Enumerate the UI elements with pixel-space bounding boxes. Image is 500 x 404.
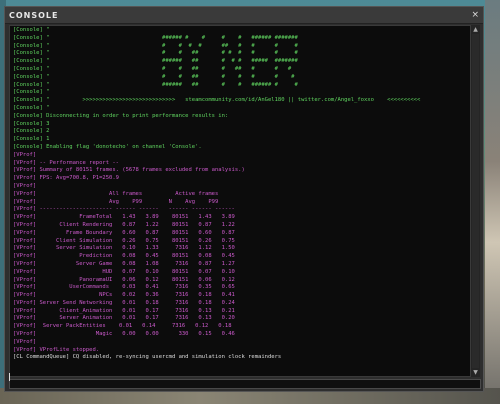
log-line: [VProf] Prediction 0.08 0.45 80151 0.08 … bbox=[13, 253, 235, 260]
log-line: [Console] " # # ## # ## # # # bbox=[13, 65, 292, 72]
log-line: [VProf] bbox=[13, 182, 37, 189]
text-cursor bbox=[9, 373, 10, 381]
log-line: [VProf] Server Send Networking 0.01 0.18… bbox=[13, 299, 235, 306]
log-line: [Console] 1 bbox=[13, 136, 50, 143]
log-line: [VProf] PanoramaUI 0.06 0.12 80151 0.06 … bbox=[13, 276, 235, 283]
log-line: [Console] " # # # # ## # # # # bbox=[13, 42, 298, 49]
log-line: [VProf] bbox=[13, 151, 37, 158]
scroll-up-icon[interactable]: ▲ bbox=[471, 25, 480, 34]
log-line: [VProf] NPCs 0.02 0.36 7316 0.18 0.41 bbox=[13, 292, 235, 299]
log-line: [Console] " ###### ## # # ###### # # bbox=[13, 81, 298, 88]
log-line: [VProf] Magic 0.00 0.00 330 0.15 0.46 bbox=[13, 331, 235, 338]
log-line: [Console] " # # ## # # # # # # bbox=[13, 50, 298, 57]
log-line: [VProf] Client Simulation 0.26 0.75 8015… bbox=[13, 237, 235, 244]
log-line: [VProf] UserCommands 0.03 0.41 7316 0.35… bbox=[13, 284, 235, 291]
scroll-track[interactable] bbox=[472, 34, 479, 368]
close-icon[interactable]: × bbox=[471, 10, 479, 20]
log-line: [VProf] -- Performance report -- bbox=[13, 159, 119, 166]
log-line: [VProf] VProfLite stopped. bbox=[13, 346, 100, 353]
log-line: [VProf] FPS: Avg=700.8, P1=250.9 bbox=[13, 175, 119, 182]
log-line: [VProf] Frame Boundary 0.60 0.87 80151 0… bbox=[13, 229, 235, 236]
console-log[interactable]: [Console] " [Console] " ###### # # # # ##… bbox=[9, 25, 471, 377]
log-line: [Console] " bbox=[13, 104, 50, 111]
log-line: [Console] Disconnecting in order to prin… bbox=[13, 112, 229, 119]
log-line: [Console] " ###### ## # # # ##### ######… bbox=[13, 58, 298, 65]
log-line: [VProf] All frames Active frames bbox=[13, 190, 219, 197]
log-line: [VProf] FrameTotal 1.43 3.89 80151 1.43 … bbox=[13, 214, 235, 221]
console-window: CONSOLE × [Console] " [Console] " ###### … bbox=[4, 6, 484, 392]
log-line: [VProf] Server Simulation 0.10 1.33 7316… bbox=[13, 245, 235, 252]
log-line: [VProf] Client_Animation 0.01 0.17 7316 … bbox=[13, 307, 235, 314]
log-scrollbar[interactable]: ▲ ▼ bbox=[470, 25, 480, 377]
log-line: [Console] Enabling flag 'donotecho' on c… bbox=[13, 143, 202, 150]
log-line: [VProf] Server PackEntities 0.01 0.14 73… bbox=[13, 323, 232, 330]
log-line: [Console] " bbox=[13, 27, 50, 33]
log-line: [Console] " # # ## # # # # # bbox=[13, 73, 295, 80]
log-line: [CL CommandQueue] CQ disabled, re-syncin… bbox=[13, 354, 282, 361]
log-line: [Console] " bbox=[13, 89, 50, 96]
log-line: [Console] " ###### # # # # ###### ######… bbox=[13, 34, 298, 41]
log-line: [VProf] Server Animation 0.01 0.17 7316 … bbox=[13, 315, 235, 322]
log-line: [VProf] Summary of 80151 frames. (5678 f… bbox=[13, 167, 245, 174]
scroll-down-icon[interactable]: ▼ bbox=[471, 368, 480, 377]
log-line: [Console] 3 bbox=[13, 120, 50, 127]
log-line: [VProf] Server Game 0.08 1.08 7316 0.87 … bbox=[13, 260, 235, 267]
log-line: [Console] " >>>>>>>>>>>>>>>>>>>>>>>>>>>>… bbox=[13, 97, 421, 104]
console-titlebar[interactable]: CONSOLE × bbox=[5, 7, 483, 24]
log-line: [VProf] bbox=[13, 338, 37, 345]
log-line: [VProf] Avg P99 N Avg P99 bbox=[13, 198, 219, 205]
log-line: [VProf] HUD 0.07 0.10 80151 0.07 0.10 bbox=[13, 268, 235, 275]
log-line: [VProf] ---------------------- ------ --… bbox=[13, 206, 235, 213]
log-line: [VProf] Client Rendering 0.87 1.22 80151… bbox=[13, 221, 235, 228]
background-right bbox=[485, 0, 500, 404]
command-input[interactable] bbox=[9, 379, 481, 389]
window-title: CONSOLE bbox=[9, 10, 59, 20]
log-line: [Console] 2 bbox=[13, 128, 50, 135]
